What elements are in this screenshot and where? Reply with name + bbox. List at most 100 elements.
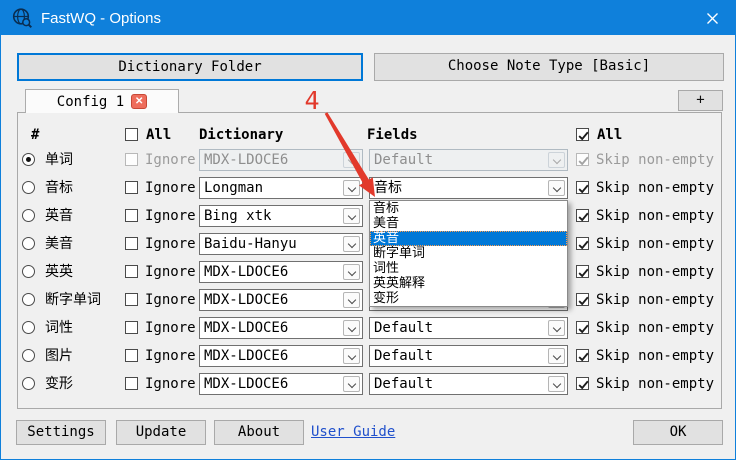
- dictionary-select[interactable]: MDX-LDOCE6: [199, 317, 363, 339]
- dictionary-select[interactable]: MDX-LDOCE6: [199, 373, 363, 395]
- all-skip-checkbox[interactable]: [576, 128, 589, 141]
- ignore-checkbox[interactable]: [125, 237, 138, 250]
- row-radio[interactable]: [22, 237, 35, 250]
- dictionary-select[interactable]: Longman: [199, 177, 363, 199]
- tab-close-icon[interactable]: ✕: [131, 94, 147, 109]
- chevron-down-icon: [548, 152, 565, 168]
- skip-checkbox[interactable]: [576, 377, 589, 390]
- fields-value: Default: [374, 374, 545, 394]
- skip-checkbox[interactable]: [576, 349, 589, 362]
- dropdown-item[interactable]: 音标: [370, 201, 567, 216]
- dropdown-item[interactable]: 词性: [370, 261, 567, 276]
- fields-select[interactable]: Default: [369, 345, 568, 367]
- table-row: 单词 Ignore MDX-LDOCE6 Default Skip non-em…: [1, 149, 736, 171]
- dictionary-folder-button[interactable]: Dictionary Folder: [17, 53, 363, 81]
- ignore-label: Ignore: [145, 317, 196, 339]
- dictionary-value: MDX-LDOCE6: [204, 346, 340, 366]
- row-radio[interactable]: [22, 209, 35, 222]
- row-radio[interactable]: [22, 349, 35, 362]
- dictionary-select[interactable]: MDX-LDOCE6: [199, 289, 363, 311]
- row-radio[interactable]: [22, 181, 35, 194]
- row-label: 美音: [45, 233, 73, 255]
- row-label: 音标: [45, 177, 73, 199]
- row-radio[interactable]: [22, 377, 35, 390]
- fields-select[interactable]: Default: [369, 317, 568, 339]
- ignore-label: Ignore: [145, 373, 196, 395]
- dropdown-item[interactable]: 美音: [370, 216, 567, 231]
- dropdown-item[interactable]: 英英解释: [370, 276, 567, 291]
- dropdown-item[interactable]: 英音: [370, 231, 567, 246]
- fields-value: Default: [374, 318, 545, 338]
- fields-select[interactable]: Default: [369, 373, 568, 395]
- ignore-checkbox[interactable]: [125, 293, 138, 306]
- tab-config-1[interactable]: Config 1 ✕: [25, 89, 179, 113]
- all-ignore-checkbox[interactable]: [125, 128, 138, 141]
- settings-button[interactable]: Settings: [16, 420, 106, 445]
- ignore-label: Ignore: [145, 289, 196, 311]
- close-icon: [707, 13, 718, 24]
- chevron-down-icon: [343, 292, 360, 308]
- user-guide-link[interactable]: User Guide: [311, 424, 395, 440]
- skip-checkbox[interactable]: [576, 209, 589, 222]
- options-dialog: FastWQ - Options Dictionary Folder Choos…: [0, 0, 736, 460]
- skip-label: Skip non-empty: [596, 289, 714, 311]
- skip-checkbox[interactable]: [576, 293, 589, 306]
- chevron-down-icon: [548, 376, 565, 392]
- ignore-checkbox[interactable]: [125, 377, 138, 390]
- dictionary-value: MDX-LDOCE6: [204, 318, 340, 338]
- skip-label: Skip non-empty: [596, 373, 714, 395]
- dictionary-select[interactable]: MDX-LDOCE6: [199, 345, 363, 367]
- dictionary-select: MDX-LDOCE6: [199, 149, 363, 171]
- close-button[interactable]: [689, 1, 735, 35]
- ignore-checkbox[interactable]: [125, 265, 138, 278]
- table-row: 变形 Ignore MDX-LDOCE6 Default Skip non-em…: [1, 373, 736, 395]
- col-header-dictionary: Dictionary: [199, 127, 283, 143]
- skip-label: Skip non-empty: [596, 317, 714, 339]
- dropdown-item[interactable]: 断字单词: [370, 246, 567, 261]
- fields-value: Default: [374, 346, 545, 366]
- skip-checkbox[interactable]: [576, 265, 589, 278]
- dictionary-value: MDX-LDOCE6: [204, 150, 340, 170]
- ignore-label: Ignore: [145, 261, 196, 283]
- update-button[interactable]: Update: [116, 420, 206, 445]
- about-button[interactable]: About: [214, 420, 304, 445]
- chevron-down-icon: [343, 376, 360, 392]
- skip-checkbox: [576, 153, 589, 166]
- chevron-down-icon: [548, 180, 565, 196]
- row-radio[interactable]: [22, 153, 35, 166]
- table-row: 音标 Ignore Longman 音标 Skip non-empty: [1, 177, 736, 199]
- table-row: 词性 Ignore MDX-LDOCE6 Default Skip non-em…: [1, 317, 736, 339]
- skip-label: Skip non-empty: [596, 177, 714, 199]
- chevron-down-icon: [343, 348, 360, 364]
- row-label: 断字单词: [45, 289, 101, 311]
- row-label: 英音: [45, 205, 73, 227]
- row-radio[interactable]: [22, 321, 35, 334]
- ignore-label: Ignore: [145, 149, 196, 171]
- add-config-button[interactable]: +: [678, 90, 723, 111]
- ignore-checkbox[interactable]: [125, 349, 138, 362]
- fields-select[interactable]: 音标: [369, 177, 568, 199]
- chevron-down-icon: [343, 152, 360, 168]
- choose-note-type-button[interactable]: Choose Note Type [Basic]: [374, 53, 724, 81]
- skip-checkbox[interactable]: [576, 321, 589, 334]
- row-radio[interactable]: [22, 293, 35, 306]
- chevron-down-icon: [548, 320, 565, 336]
- dictionary-select[interactable]: Baidu-Hanyu: [199, 233, 363, 255]
- skip-checkbox[interactable]: [576, 237, 589, 250]
- skip-label: Skip non-empty: [596, 233, 714, 255]
- row-radio[interactable]: [22, 265, 35, 278]
- ignore-label: Ignore: [145, 205, 196, 227]
- ignore-checkbox[interactable]: [125, 181, 138, 194]
- ignore-checkbox[interactable]: [125, 209, 138, 222]
- skip-label: Skip non-empty: [596, 149, 714, 171]
- dropdown-item[interactable]: 变形: [370, 291, 567, 306]
- dictionary-select[interactable]: Bing xtk: [199, 205, 363, 227]
- fields-dropdown-list: 音标美音英音断字单词词性英英解释变形: [369, 200, 568, 307]
- annotation-number: 4: [300, 87, 324, 115]
- dictionary-select[interactable]: MDX-LDOCE6: [199, 261, 363, 283]
- ignore-checkbox[interactable]: [125, 321, 138, 334]
- skip-checkbox[interactable]: [576, 181, 589, 194]
- chevron-down-icon: [343, 320, 360, 336]
- title-bar: FastWQ - Options: [1, 1, 735, 35]
- ok-button[interactable]: OK: [633, 420, 723, 445]
